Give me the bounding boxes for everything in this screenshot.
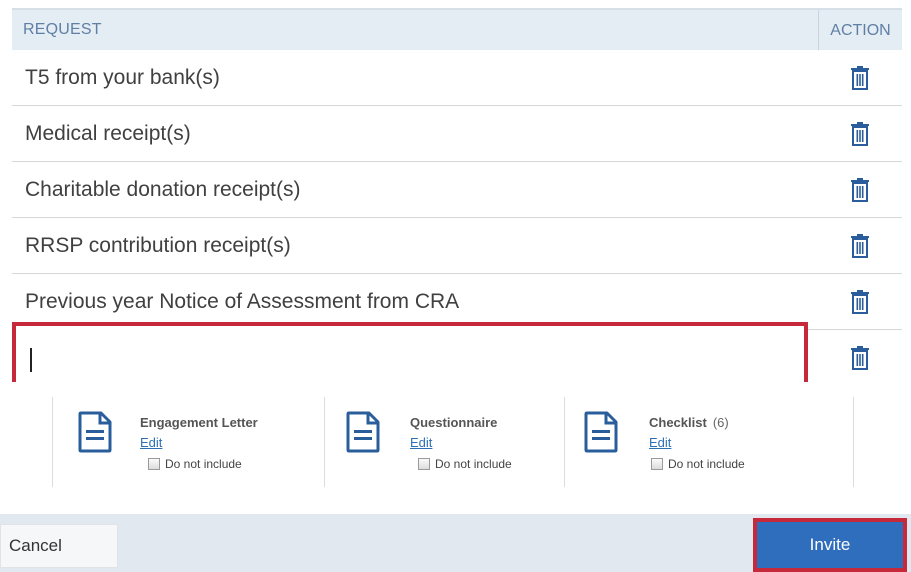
header-request: REQUEST [23, 21, 102, 38]
request-label: Charitable donation receipt(s) [25, 177, 301, 201]
header-action: ACTION [818, 10, 902, 50]
document-title: Questionnaire [410, 415, 498, 430]
document-engagement-letter: Engagement Letter Edit Do not include [52, 397, 324, 487]
edit-link[interactable]: Edit [649, 435, 671, 450]
text-cursor [30, 348, 32, 372]
document-count: (6) [712, 415, 729, 430]
request-label: T5 from your bank(s) [25, 65, 220, 89]
do-not-include-label: Do not include [165, 457, 242, 471]
table-row: T5 from your bank(s) [12, 50, 902, 106]
delete-button[interactable] [818, 218, 902, 273]
document-icon [584, 411, 618, 453]
trash-icon[interactable] [851, 65, 869, 90]
trash-icon[interactable] [851, 121, 869, 146]
table-header: REQUEST ACTION [12, 8, 902, 50]
document-icon [346, 411, 380, 453]
table-row: RRSP contribution receipt(s) [12, 218, 902, 274]
delete-button[interactable] [818, 330, 902, 386]
do-not-include-checkbox[interactable] [418, 458, 430, 470]
new-request-row [12, 322, 902, 386]
document-title: Checklist (6) [649, 415, 729, 430]
invite-highlight: Invite [753, 518, 907, 572]
edit-link[interactable]: Edit [140, 435, 162, 450]
trash-icon[interactable] [851, 289, 869, 314]
invite-button[interactable]: Invite [757, 522, 903, 568]
do-not-include-checkbox[interactable] [148, 458, 160, 470]
do-not-include-label: Do not include [668, 457, 745, 471]
do-not-include-option[interactable]: Do not include [418, 457, 512, 471]
cancel-button[interactable]: Cancel [0, 524, 118, 568]
document-icon [78, 411, 112, 453]
do-not-include-label: Do not include [435, 457, 512, 471]
delete-button[interactable] [818, 162, 902, 217]
document-checklist: Checklist (6) Edit Do not include [564, 397, 854, 487]
trash-icon[interactable] [851, 233, 869, 258]
request-label: Medical receipt(s) [25, 121, 191, 145]
do-not-include-option[interactable]: Do not include [148, 457, 242, 471]
request-label: RRSP contribution receipt(s) [25, 233, 291, 257]
edit-link[interactable]: Edit [410, 435, 432, 450]
do-not-include-option[interactable]: Do not include [651, 457, 745, 471]
delete-button[interactable] [818, 50, 902, 105]
request-label: Previous year Notice of Assessment from … [25, 289, 460, 313]
delete-button[interactable] [818, 274, 902, 329]
table-row: Medical receipt(s) [12, 106, 902, 162]
documents-strip: Engagement Letter Edit Do not include Qu… [52, 397, 862, 487]
do-not-include-checkbox[interactable] [651, 458, 663, 470]
document-questionnaire: Questionnaire Edit Do not include [324, 397, 564, 487]
dialog-footer: Cancel Invite [0, 514, 911, 572]
document-title: Engagement Letter [140, 415, 258, 430]
trash-icon[interactable] [851, 346, 869, 370]
table-row: Charitable donation receipt(s) [12, 162, 902, 218]
trash-icon[interactable] [851, 177, 869, 202]
new-request-input[interactable] [12, 322, 808, 382]
delete-button[interactable] [818, 106, 902, 161]
request-table: REQUEST ACTION T5 from your bank(s) Medi… [12, 8, 902, 386]
